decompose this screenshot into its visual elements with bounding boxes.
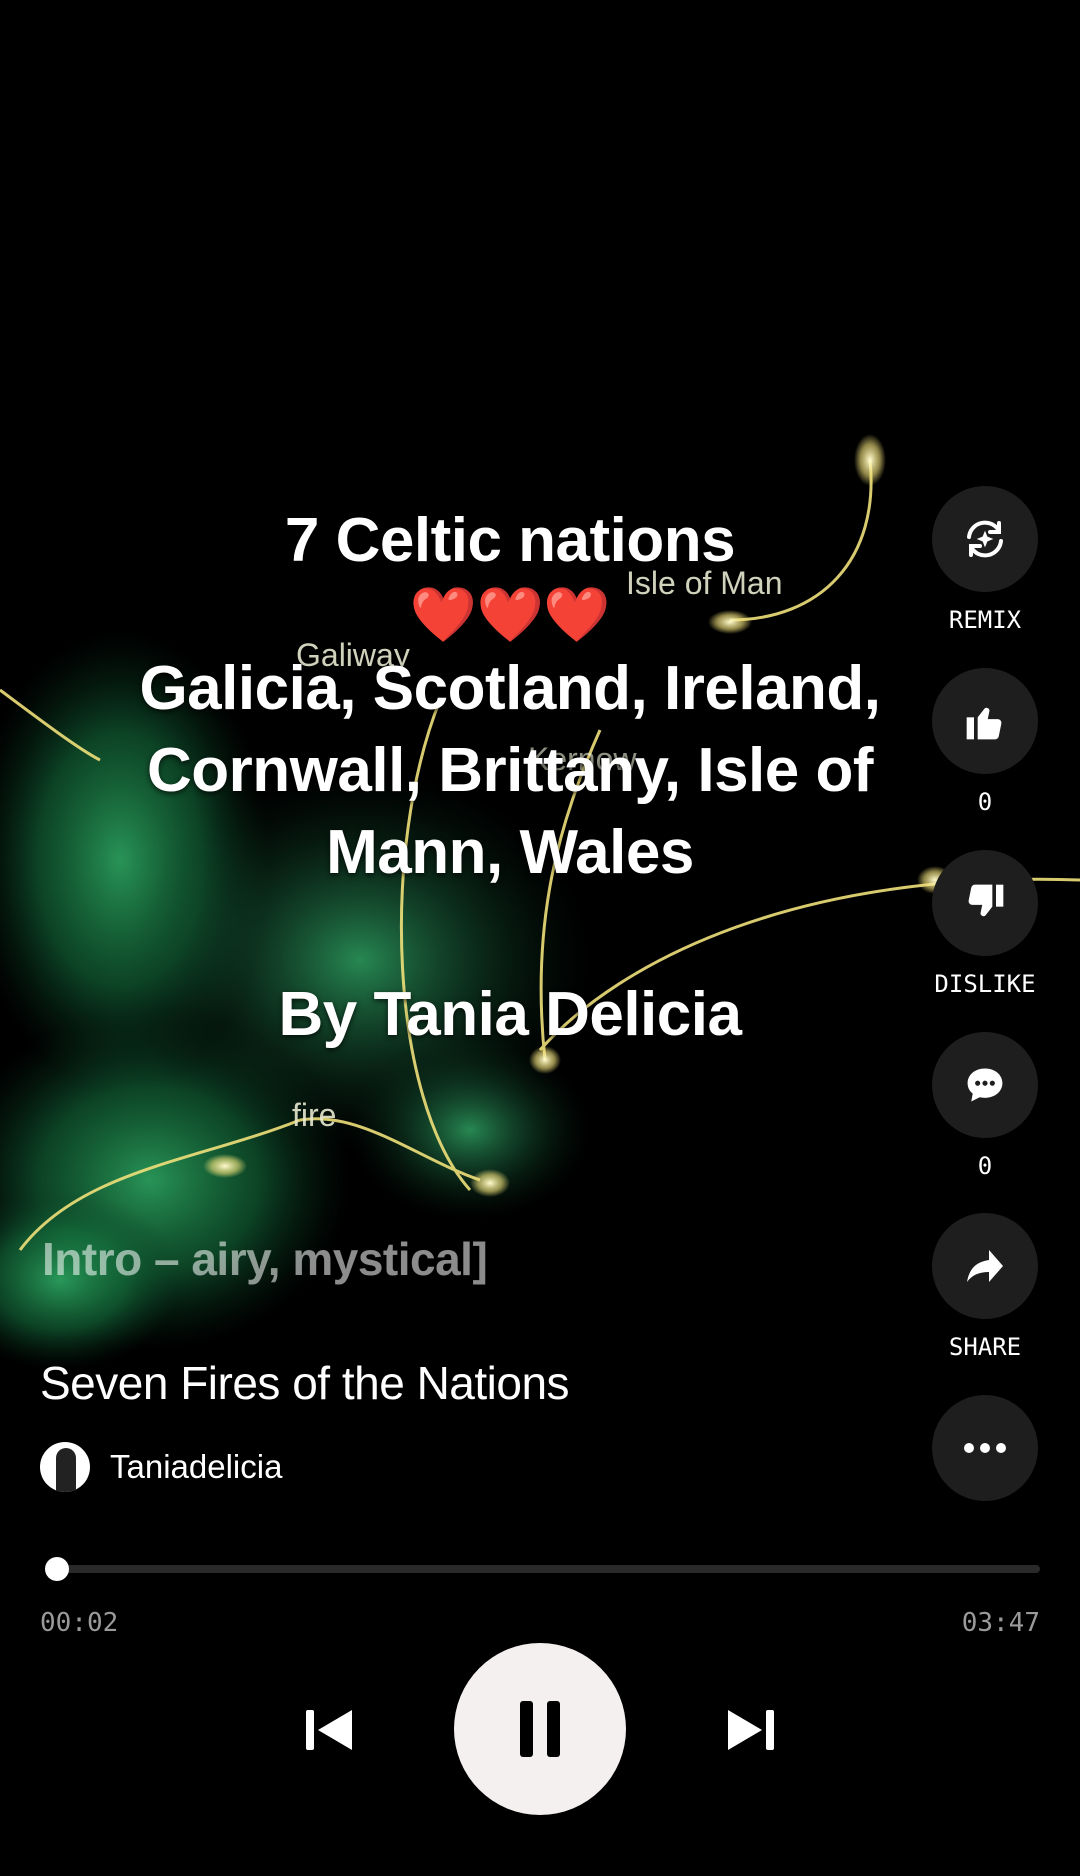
comment-button[interactable] <box>932 1032 1038 1138</box>
more-icon <box>964 1443 1006 1453</box>
previous-button[interactable] <box>290 1700 366 1760</box>
remix-icon <box>967 520 1003 558</box>
like-button[interactable] <box>932 668 1038 774</box>
dislike-label: DISLIKE <box>934 970 1036 998</box>
caption-hearts: ❤️❤️❤️ <box>409 585 611 645</box>
caption-title: 7 Celtic nations <box>284 506 736 575</box>
comment-count: 0 <box>977 1152 993 1180</box>
artist-row[interactable]: Taniadelicia <box>40 1442 282 1492</box>
artist-name[interactable]: Taniadelicia <box>110 1448 282 1486</box>
song-title[interactable]: Seven Fires of the Nations <box>40 1356 570 1410</box>
progress-track[interactable] <box>48 1565 1040 1573</box>
share-icon <box>967 1250 1003 1282</box>
remix-label: REMIX <box>948 606 1022 634</box>
caption-line-2: Galicia, Scotland, Ireland, <box>139 654 881 723</box>
like-count: 0 <box>977 788 993 816</box>
more-button[interactable] <box>932 1395 1038 1501</box>
thumbs-down-icon <box>968 884 1004 917</box>
pause-button[interactable] <box>454 1643 626 1815</box>
share-label: SHARE <box>948 1333 1022 1361</box>
avatar[interactable] <box>40 1442 90 1492</box>
comment-icon <box>967 1068 1003 1102</box>
progress-knob[interactable] <box>44 1557 69 1581</box>
next-button[interactable] <box>714 1700 790 1760</box>
map-label-fire: fire <box>292 1097 336 1133</box>
share-button[interactable] <box>932 1213 1038 1319</box>
caption-byline: By Tania Delicia <box>278 980 742 1049</box>
skip-next-icon <box>728 1710 774 1750</box>
current-lyric: Intro – airy, mystical] <box>42 1233 488 1285</box>
caption-line-3: Cornwall, Brittany, Isle of <box>146 736 874 805</box>
dislike-button[interactable] <box>932 850 1038 956</box>
post-caption: 7 Celtic nations ❤️❤️❤️ Galicia, Scotlan… <box>110 500 910 1056</box>
skip-previous-icon <box>306 1710 352 1750</box>
elapsed-time: 00:02 <box>40 1608 119 1638</box>
caption-line-4: Mann, Wales <box>326 818 694 887</box>
remix-button[interactable] <box>932 486 1038 592</box>
total-duration: 03:47 <box>961 1608 1040 1638</box>
pause-icon <box>520 1701 560 1757</box>
thumbs-up-icon <box>966 707 1002 740</box>
